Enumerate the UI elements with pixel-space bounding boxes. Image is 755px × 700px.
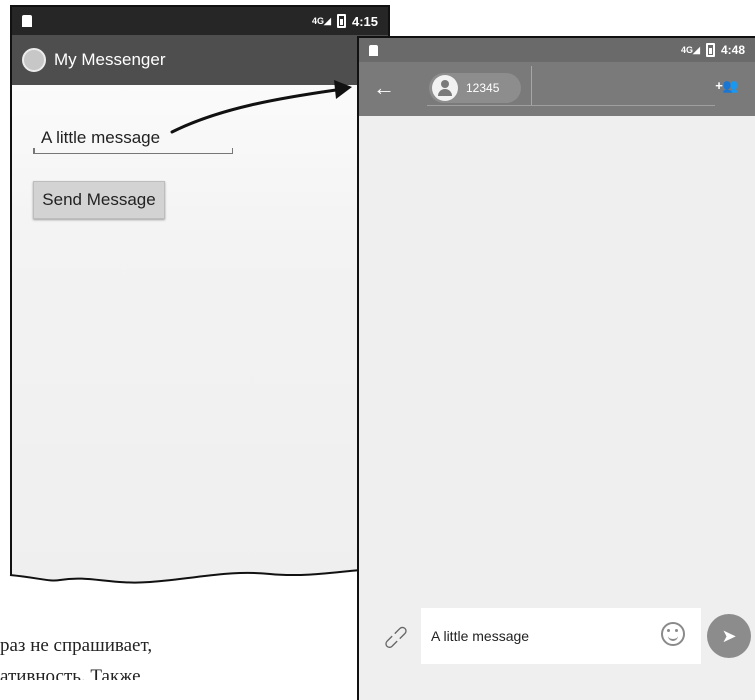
send-message-button[interactable]: Send Message bbox=[33, 181, 165, 219]
network-label: 4G bbox=[681, 44, 694, 55]
app-bar: My Messenger bbox=[12, 35, 388, 85]
app-title: My Messenger bbox=[54, 50, 166, 69]
app-icon bbox=[22, 48, 46, 72]
recipient-number: 12345 bbox=[466, 81, 500, 95]
message-edit-text[interactable]: A little message bbox=[33, 124, 233, 154]
page: 4G◢ 4:15 My Messenger A little message S… bbox=[0, 0, 755, 700]
status-bar-left: 4G◢ 4:15 bbox=[12, 7, 388, 35]
sd-card-icon bbox=[369, 44, 378, 56]
compose-text: A little message bbox=[431, 628, 530, 644]
battery-icon bbox=[336, 14, 346, 28]
left-phone-screen: 4G◢ 4:15 My Messenger A little message S… bbox=[10, 5, 390, 585]
book-text-line-2: ативность. Также bbox=[0, 666, 141, 680]
battery-icon bbox=[705, 43, 715, 57]
signal-icon: 4G◢ bbox=[312, 15, 331, 26]
emoji-icon[interactable] bbox=[661, 622, 685, 646]
person-icon bbox=[432, 75, 458, 101]
message-field-value: A little message bbox=[41, 128, 161, 147]
book-text: раз не спрашивает, ативность. Также bbox=[0, 628, 350, 680]
right-phone-screen: 4G◢ 4:48 ← 12345 +👥 ⊂⊃ A little message … bbox=[357, 36, 755, 700]
compose-field[interactable]: A little message bbox=[421, 608, 701, 664]
field-divider bbox=[531, 66, 532, 106]
conversation-toolbar: ← 12345 +👥 bbox=[359, 62, 755, 116]
status-time-right: 4:48 bbox=[720, 43, 745, 57]
signal-icon: 4G◢ bbox=[681, 44, 700, 55]
sd-card-icon bbox=[22, 15, 32, 27]
status-time-left: 4:15 bbox=[351, 13, 378, 29]
book-text-line-1: раз не спрашивает, bbox=[0, 635, 153, 656]
send-icon: ➤ bbox=[721, 625, 737, 646]
attachment-icon[interactable]: ⊂⊃ bbox=[378, 619, 414, 655]
add-person-icon[interactable]: +👥 bbox=[715, 78, 739, 94]
network-label: 4G bbox=[312, 15, 325, 26]
back-arrow-icon[interactable]: ← bbox=[373, 76, 395, 100]
send-button[interactable]: ➤ bbox=[707, 614, 751, 658]
status-bar-right: 4G◢ 4:48 bbox=[359, 38, 755, 62]
recipient-chip[interactable]: 12345 bbox=[429, 73, 521, 103]
recipient-field[interactable] bbox=[427, 105, 715, 106]
